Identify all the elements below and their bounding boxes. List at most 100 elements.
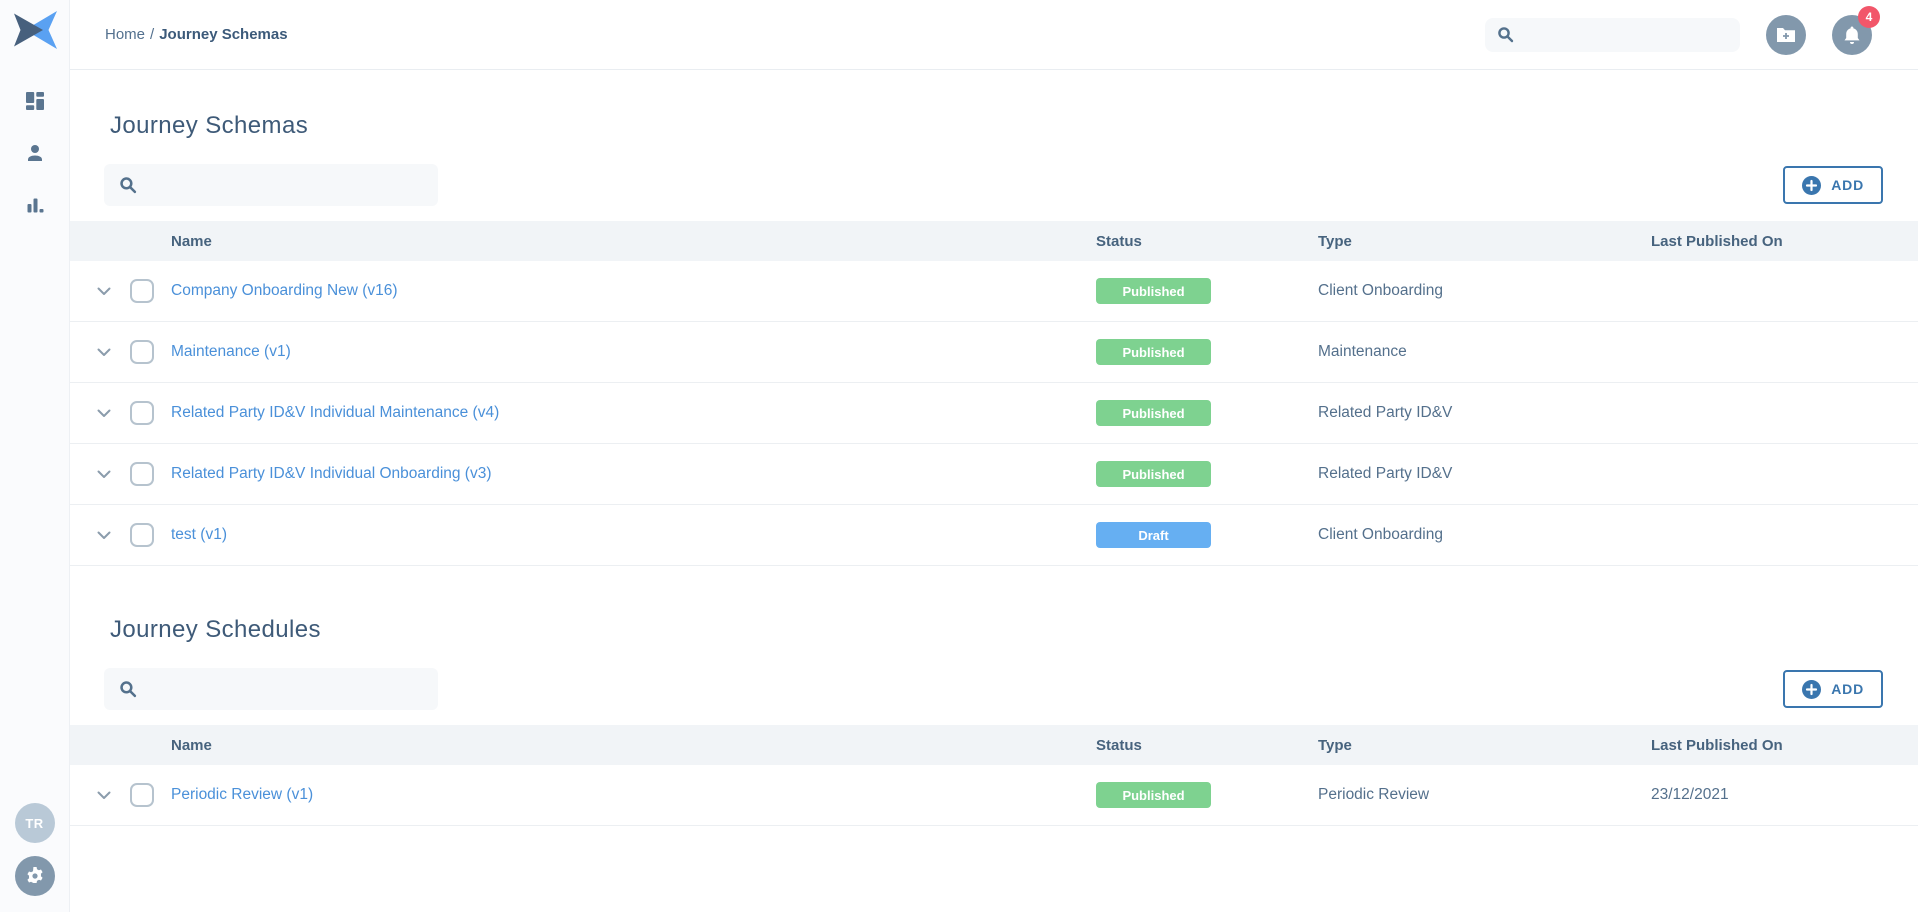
row-type: Client Onboarding — [1318, 282, 1651, 300]
row-date: 23/12/2021 — [1651, 786, 1918, 804]
schedules-controls: ADD — [104, 668, 1883, 710]
row-type: Related Party ID&V — [1318, 465, 1651, 483]
expand-row-button[interactable] — [97, 345, 115, 359]
global-search-input[interactable] — [1523, 26, 1728, 44]
schedules-search-input[interactable] — [148, 680, 423, 698]
topbar: Home / Journey Schemas 4 — [70, 0, 1918, 70]
row-checkbox[interactable] — [130, 462, 154, 486]
row-name-link[interactable]: Maintenance (v1) — [171, 343, 1096, 361]
row-checkbox[interactable] — [130, 401, 154, 425]
table-row: Periodic Review (v1) Published Periodic … — [70, 765, 1918, 826]
schedules-table-body: Periodic Review (v1) Published Periodic … — [70, 765, 1918, 826]
page-title: Journey Schemas — [110, 112, 1918, 140]
settings-button[interactable] — [15, 856, 55, 896]
schedules-table: Name Status Type Last Published On Perio… — [70, 725, 1918, 826]
schemas-table-body: Company Onboarding New (v16) Published C… — [70, 261, 1918, 566]
row-checkbox[interactable] — [130, 783, 154, 807]
row-checkbox[interactable] — [130, 279, 154, 303]
column-header-status: Status — [1096, 737, 1318, 754]
status-badge: Published — [1096, 339, 1211, 365]
search-icon — [119, 176, 137, 194]
schemas-search-input[interactable] — [148, 176, 423, 194]
breadcrumb-separator: / — [150, 26, 154, 43]
folder-plus-icon — [1776, 27, 1796, 43]
schedules-table-header: Name Status Type Last Published On — [70, 725, 1918, 765]
schemas-controls: ADD — [104, 164, 1883, 206]
add-button-label: ADD — [1831, 177, 1864, 193]
column-header-last-published: Last Published On — [1651, 737, 1918, 754]
column-header-status: Status — [1096, 233, 1318, 250]
user-avatar[interactable]: TR — [15, 803, 55, 843]
column-header-name: Name — [171, 233, 1096, 250]
row-name-link[interactable]: Related Party ID&V Individual Maintenanc… — [171, 404, 1096, 422]
row-name-link[interactable]: Related Party ID&V Individual Onboarding… — [171, 465, 1096, 483]
search-icon — [1497, 26, 1514, 43]
column-header-type: Type — [1318, 233, 1651, 250]
bar-chart-icon — [25, 195, 45, 215]
breadcrumb: Home / Journey Schemas — [105, 26, 288, 43]
column-header-name: Name — [171, 737, 1096, 754]
notification-count-badge: 4 — [1858, 6, 1880, 28]
sidebar-nav — [24, 90, 46, 216]
sidebar-item-reports[interactable] — [24, 194, 46, 216]
gear-icon — [25, 866, 45, 886]
expand-row-button[interactable] — [97, 528, 115, 542]
chevron-down-icon — [97, 531, 111, 540]
add-schema-button[interactable]: ADD — [1783, 166, 1883, 204]
expand-row-button[interactable] — [97, 284, 115, 298]
main-content: Journey Schemas ADD Name Status Type — [70, 112, 1918, 826]
table-row: Related Party ID&V Individual Maintenanc… — [70, 383, 1918, 444]
sidebar: TR — [0, 0, 70, 912]
app-logo[interactable] — [11, 10, 59, 50]
status-badge: Draft — [1096, 522, 1211, 548]
global-search — [1485, 18, 1740, 52]
row-name-link[interactable]: test (v1) — [171, 526, 1096, 544]
row-name-link[interactable]: Company Onboarding New (v16) — [171, 282, 1096, 300]
chevron-down-icon — [97, 791, 111, 800]
expand-row-button[interactable] — [97, 467, 115, 481]
table-row: Maintenance (v1) Published Maintenance — [70, 322, 1918, 383]
table-row: Related Party ID&V Individual Onboarding… — [70, 444, 1918, 505]
add-schedule-button[interactable]: ADD — [1783, 670, 1883, 708]
expand-row-button[interactable] — [97, 788, 115, 802]
column-header-last-published: Last Published On — [1651, 233, 1918, 250]
column-header-type: Type — [1318, 737, 1651, 754]
person-icon — [25, 143, 45, 163]
row-checkbox[interactable] — [130, 523, 154, 547]
topbar-actions: 4 — [1485, 15, 1872, 55]
search-icon — [119, 680, 137, 698]
sidebar-bottom: TR — [15, 803, 55, 896]
row-type: Periodic Review — [1318, 786, 1651, 804]
row-type: Related Party ID&V — [1318, 404, 1651, 422]
breadcrumb-current: Journey Schemas — [159, 26, 287, 43]
table-row: Company Onboarding New (v16) Published C… — [70, 261, 1918, 322]
row-type: Client Onboarding — [1318, 526, 1651, 544]
section-journey-schemas: Journey Schemas ADD Name Status Type — [70, 112, 1918, 566]
plus-circle-icon — [1802, 680, 1821, 699]
section-journey-schedules: Journey Schedules ADD Name Status Type — [70, 616, 1918, 826]
table-row: test (v1) Draft Client Onboarding — [70, 505, 1918, 566]
row-name-link[interactable]: Periodic Review (v1) — [171, 786, 1096, 804]
schedules-search — [104, 668, 438, 710]
add-button-label: ADD — [1831, 681, 1864, 697]
row-checkbox[interactable] — [130, 340, 154, 364]
sidebar-item-dashboard[interactable] — [24, 90, 46, 112]
notifications: 4 — [1832, 15, 1872, 55]
sidebar-item-users[interactable] — [24, 142, 46, 164]
status-badge: Published — [1096, 400, 1211, 426]
schemas-table: Name Status Type Last Published On Compa… — [70, 221, 1918, 566]
row-type: Maintenance — [1318, 343, 1651, 361]
schemas-table-header: Name Status Type Last Published On — [70, 221, 1918, 261]
chevron-down-icon — [97, 470, 111, 479]
add-folder-button[interactable] — [1766, 15, 1806, 55]
chevron-down-icon — [97, 348, 111, 357]
chevron-down-icon — [97, 287, 111, 296]
status-badge: Published — [1096, 461, 1211, 487]
status-badge: Published — [1096, 278, 1211, 304]
section-title-schedules: Journey Schedules — [110, 616, 1918, 644]
breadcrumb-home-link[interactable]: Home — [105, 26, 145, 43]
app-logo-icon — [11, 10, 59, 50]
expand-row-button[interactable] — [97, 406, 115, 420]
schemas-search — [104, 164, 438, 206]
plus-circle-icon — [1802, 176, 1821, 195]
